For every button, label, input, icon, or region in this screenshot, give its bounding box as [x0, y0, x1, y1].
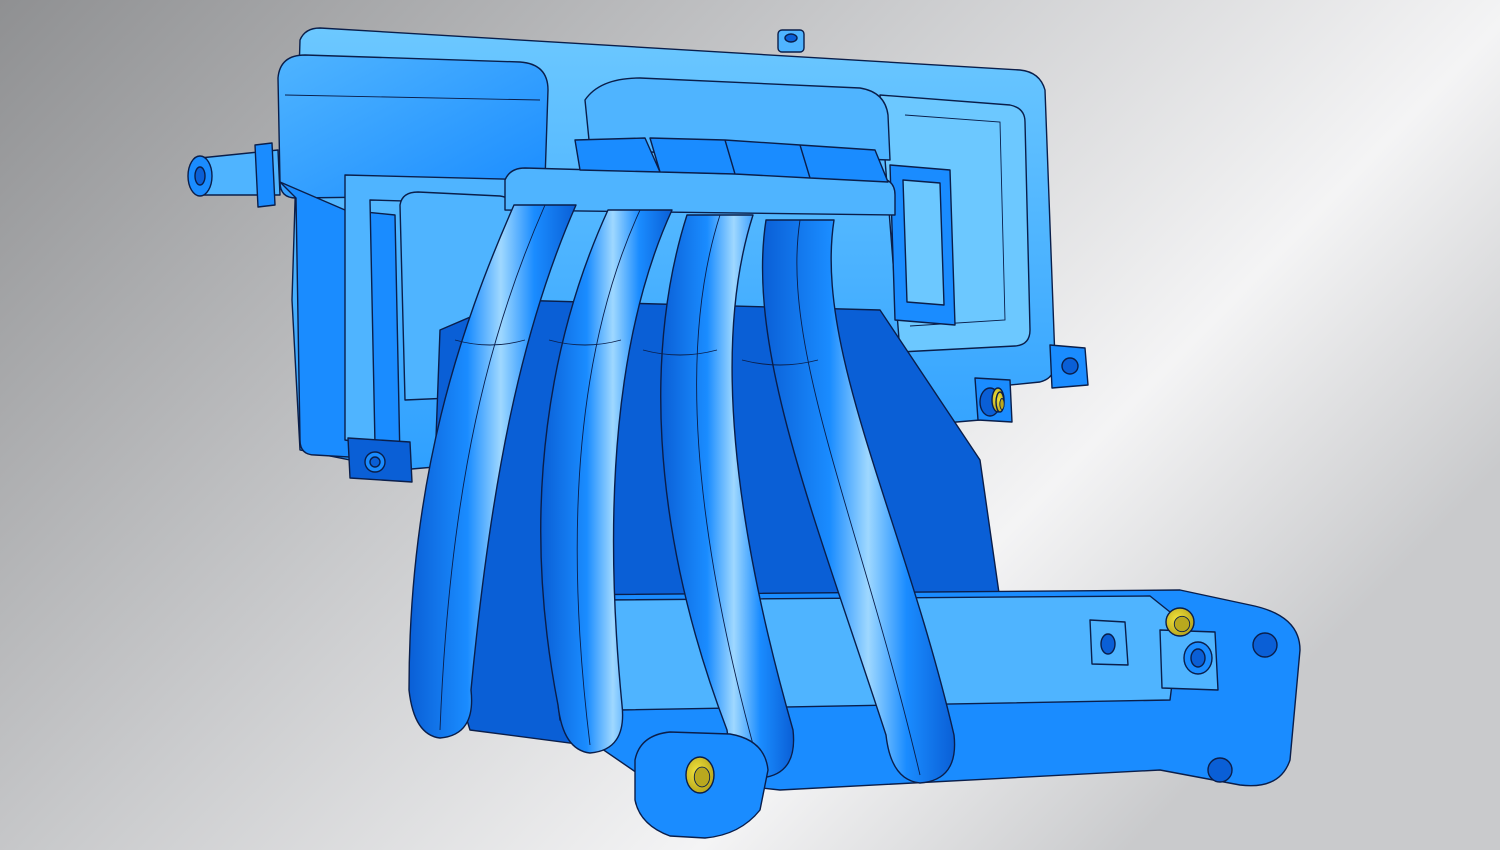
insert-bore — [693, 766, 711, 788]
insert-bore — [1173, 615, 1191, 633]
intake-manifold-3d-model[interactable] — [0, 0, 1500, 850]
flange-bolt-hole-2[interactable] — [1207, 757, 1233, 783]
flange-boss-mid[interactable] — [1089, 619, 1129, 666]
plenum-right-lug[interactable] — [1049, 344, 1089, 389]
threaded-insert-1[interactable] — [685, 756, 715, 794]
flange-bolt-hole-1[interactable] — [1252, 632, 1278, 658]
top-mounting-boss[interactable] — [777, 29, 805, 53]
threaded-insert-2[interactable] — [1165, 607, 1195, 637]
plenum-left-lug[interactable] — [347, 437, 413, 483]
cad-3d-viewport[interactable] — [0, 0, 1500, 850]
flange-boss-right[interactable] — [1159, 629, 1219, 691]
insert-bore — [999, 398, 1005, 410]
threaded-insert-4[interactable] — [995, 391, 1005, 413]
